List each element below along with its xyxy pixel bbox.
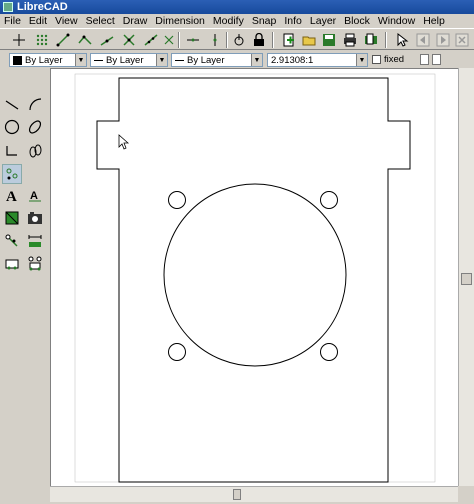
librecad-logo-icon: [3, 2, 13, 12]
bolt-hole-circle: [320, 343, 338, 361]
points-icon[interactable]: [2, 164, 22, 184]
chevron-down-icon[interactable]: ▼: [251, 54, 262, 66]
linetype-combobox[interactable]: By Layer ▼: [90, 53, 168, 67]
hatch-icon[interactable]: [2, 208, 22, 228]
chevron-down-icon[interactable]: ▼: [356, 54, 367, 66]
vertical-scrollbar[interactable]: [458, 68, 474, 486]
measure-icon[interactable]: [25, 231, 45, 251]
bolt-hole-circle: [168, 343, 186, 361]
toolbar-separator: [385, 32, 387, 48]
menu-edit[interactable]: Edit: [25, 15, 51, 27]
title-bar: LibreCAD: [0, 0, 474, 14]
part-outline: [96, 77, 411, 483]
relative-zero-icon[interactable]: [230, 31, 248, 49]
spline-icon[interactable]: [25, 141, 45, 161]
paper-border: [74, 73, 436, 483]
main-bore-circle: [163, 183, 347, 367]
color-value: By Layer: [25, 54, 63, 66]
toolbar-separator: [226, 32, 228, 48]
back-icon[interactable]: [414, 31, 432, 49]
move-icon[interactable]: [2, 231, 22, 251]
cad-tools-toolbar: A A: [0, 68, 50, 504]
dimension-icon[interactable]: A: [25, 185, 45, 205]
close-icon[interactable]: [453, 31, 471, 49]
menu-draw[interactable]: Draw: [119, 15, 152, 27]
window-title: LibreCAD: [17, 1, 68, 13]
drawing-canvas[interactable]: [50, 68, 458, 486]
color-swatch: [13, 55, 22, 65]
menu-help[interactable]: Help: [419, 15, 449, 27]
fixed-label: fixed: [384, 54, 405, 65]
linewidth-combobox[interactable]: By Layer ▼: [171, 53, 263, 67]
color-combobox[interactable]: By Layer ▼: [9, 53, 87, 67]
horizontal-scrollbar-thumb[interactable]: [233, 489, 241, 500]
snap-endpoint-icon[interactable]: [54, 31, 72, 49]
linewidth-value: By Layer: [187, 54, 225, 66]
snap-free-icon[interactable]: [33, 31, 51, 49]
linewidth-sample: [175, 59, 184, 61]
menu-dimension[interactable]: Dimension: [151, 15, 209, 27]
print-preview-icon[interactable]: [362, 31, 380, 49]
restrict-vertical-icon[interactable]: [206, 31, 224, 49]
snap-distance-icon[interactable]: [142, 31, 160, 49]
new-document-icon[interactable]: [280, 31, 298, 49]
svg-text:A: A: [6, 189, 17, 203]
menu-layer[interactable]: Layer: [306, 15, 340, 27]
menu-select[interactable]: Select: [82, 15, 119, 27]
mouse-cursor-icon: [118, 134, 130, 150]
open-document-icon[interactable]: [300, 31, 318, 49]
select-icon[interactable]: [2, 253, 22, 273]
circle-icon[interactable]: [2, 117, 22, 137]
menu-modify[interactable]: Modify: [209, 15, 248, 27]
menu-window[interactable]: Window: [374, 15, 419, 27]
menu-file[interactable]: File: [0, 15, 25, 27]
horizontal-scrollbar[interactable]: [50, 486, 458, 502]
lock-relative-zero-icon[interactable]: [250, 31, 268, 49]
polyline-icon[interactable]: [2, 141, 22, 161]
block-icon[interactable]: [25, 253, 45, 273]
image-icon[interactable]: [25, 208, 45, 228]
grid-snap-icon[interactable]: [10, 31, 28, 49]
forward-icon[interactable]: [434, 31, 452, 49]
linetype-sample: [94, 59, 103, 61]
menu-block[interactable]: Block: [340, 15, 374, 27]
chevron-down-icon[interactable]: ▼: [156, 54, 167, 66]
svg-text:A: A: [30, 190, 38, 202]
arc-icon[interactable]: [25, 94, 45, 114]
properties-field[interactable]: [432, 54, 441, 65]
save-document-icon[interactable]: [320, 31, 338, 49]
ellipse-icon[interactable]: [25, 117, 45, 137]
chevron-down-icon[interactable]: ▼: [75, 54, 86, 66]
scale-combobox[interactable]: 2.91308:1 ▼: [267, 53, 368, 67]
menu-view[interactable]: View: [51, 15, 82, 27]
linetype-value: By Layer: [106, 54, 144, 66]
bolt-hole-circle: [320, 191, 338, 209]
line-icon[interactable]: [2, 94, 22, 114]
main-toolbar: [0, 28, 474, 50]
restrict-nothing-icon[interactable]: [160, 31, 178, 49]
print-icon[interactable]: [341, 31, 359, 49]
restrict-horizontal-icon[interactable]: [184, 31, 202, 49]
pen-toolbar: By Layer ▼ By Layer ▼ By Layer ▼ 2.91308…: [0, 51, 474, 68]
text-icon[interactable]: A: [2, 185, 22, 205]
fixed-checkbox[interactable]: [372, 55, 381, 64]
vertical-scrollbar-thumb[interactable]: [461, 273, 472, 285]
menu-info[interactable]: Info: [280, 15, 306, 27]
toolbar-separator: [178, 32, 180, 48]
properties-field[interactable]: [420, 54, 429, 65]
snap-intersection-icon[interactable]: [120, 31, 138, 49]
scale-value: 2.91308:1: [271, 54, 314, 66]
snap-middle-icon[interactable]: [98, 31, 116, 49]
toolbar-separator: [272, 32, 274, 48]
menu-bar: File Edit View Select Draw Dimension Mod…: [0, 14, 474, 28]
bolt-hole-circle: [168, 191, 186, 209]
menu-snap[interactable]: Snap: [248, 15, 281, 27]
snap-center-icon[interactable]: [76, 31, 94, 49]
pointer-icon[interactable]: [393, 31, 411, 49]
